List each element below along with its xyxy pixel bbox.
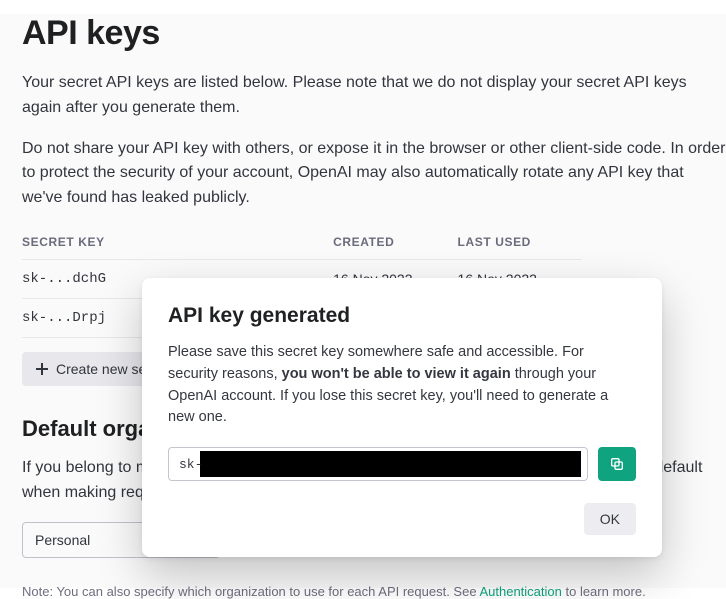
modal-text-bold: you won't be able to view it again	[282, 366, 511, 382]
modal-body: Please save this secret key somewhere sa…	[168, 342, 636, 429]
key-prefix: sk-	[179, 457, 202, 472]
modal-overlay[interactable]: API key generated Please save this secre…	[0, 14, 726, 588]
api-key-generated-modal: API key generated Please save this secre…	[142, 278, 662, 557]
ok-button[interactable]: OK	[584, 503, 636, 535]
modal-title: API key generated	[168, 304, 636, 328]
copy-icon	[609, 456, 625, 472]
key-masked-value	[200, 451, 581, 477]
generated-key-field[interactable]: sk-	[168, 447, 588, 481]
copy-key-button[interactable]	[598, 447, 636, 481]
